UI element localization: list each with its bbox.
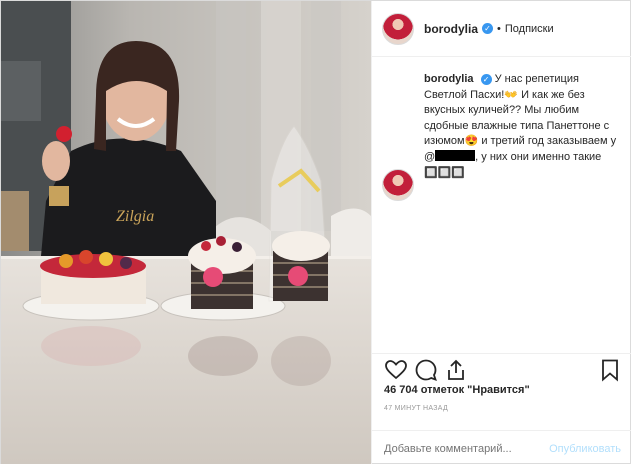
action-icons (384, 358, 622, 386)
svg-text:Zilgia: Zilgia (116, 208, 154, 225)
share-icon[interactable] (444, 358, 468, 382)
author-avatar[interactable] (382, 12, 414, 45)
comments-area[interactable]: borodylia ✓ У нас репетиция Светлой Пасх… (372, 58, 631, 353)
comment-icon[interactable] (414, 358, 438, 382)
redacted-mention (435, 149, 476, 161)
author-username[interactable]: borodylia (424, 22, 478, 36)
placeholder-emoji-icon: 🔲🔲🔲 (424, 166, 466, 179)
likes-count[interactable]: 46 704 отметок "Нравится" (384, 384, 530, 396)
following-button[interactable]: Подписки (505, 23, 554, 35)
heart-eyes-emoji-icon: 😍 (464, 135, 479, 148)
verified-badge-icon: ✓ (482, 23, 494, 34)
caption-row: borodylia ✓ У нас репетиция Светлой Пасх… (382, 72, 623, 201)
separator-dot: • (497, 22, 501, 35)
post-header: borodylia ✓ • Подписки (372, 1, 631, 57)
publish-button[interactable]: Опубликовать (549, 443, 621, 455)
hands-emoji-icon: 👐 (504, 88, 519, 101)
bookmark-icon[interactable] (598, 358, 622, 382)
heart-icon[interactable] (384, 358, 408, 382)
caption-avatar[interactable] (382, 169, 414, 201)
post-timestamp[interactable]: 47 МИНУТ НАЗАД (384, 405, 448, 412)
post-photo[interactable]: Zilgia (1, 1, 371, 464)
caption-part-4: , у них они именно такие (475, 150, 602, 163)
actions-section: 46 704 отметок "Нравится" 47 МИНУТ НАЗАД… (372, 353, 631, 457)
comment-input[interactable] (384, 442, 544, 455)
caption-verified-badge-icon: ✓ (480, 74, 492, 85)
comment-box: Опубликовать (372, 430, 631, 464)
post-sidebar: borodylia ✓ • Подписки borodylia ✓ У нас… (371, 1, 631, 464)
post-photo-graphic: Zilgia (1, 1, 371, 464)
caption-username[interactable]: borodylia (424, 73, 474, 85)
instagram-post: Zilgia borodylia ✓ • Подписки borodylia … (0, 0, 631, 464)
caption-text: borodylia ✓ У нас репетиция Светлой Пасх… (424, 72, 623, 201)
